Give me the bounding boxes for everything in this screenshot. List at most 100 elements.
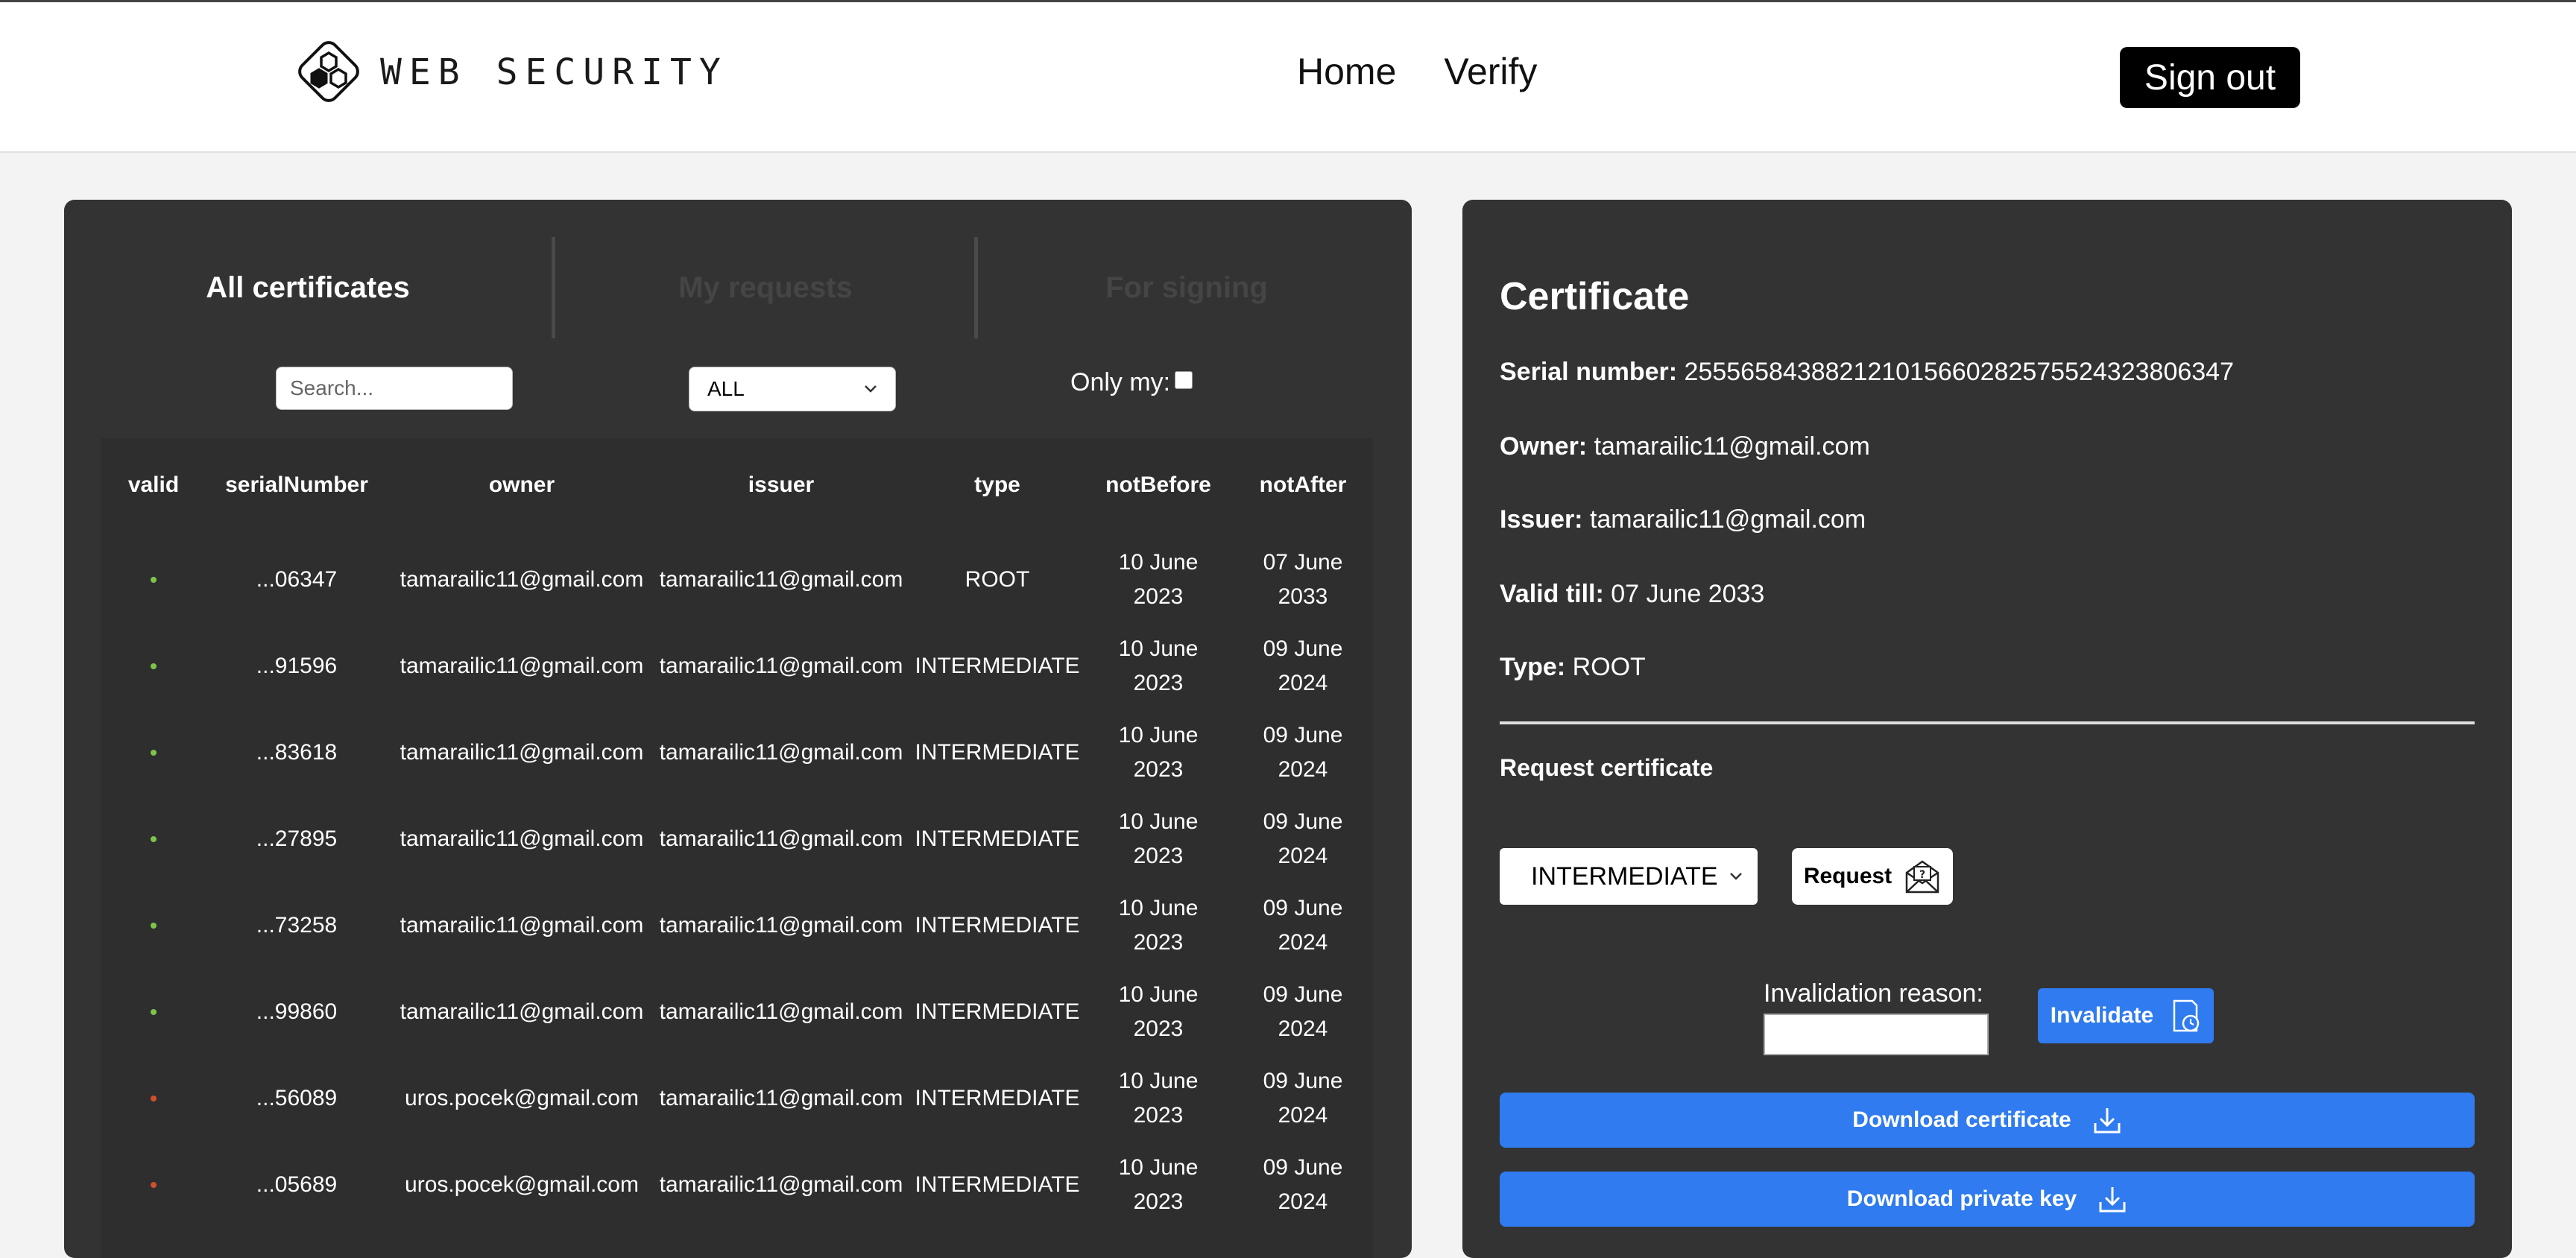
cell-owner: tamarailic11@gmail.com [400,567,644,592]
cell-not-before-line: 10 June [1118,809,1199,834]
valid-status-dot [151,836,157,842]
section-divider [1500,721,2475,724]
cell-not-after: 09 June 2024 [1263,1151,1343,1219]
cell-not-after-line: 2024 [1278,757,1328,782]
cell-not-before: 10 June 2023 [1119,1151,1199,1219]
cell-serial-number: ...56089 [256,1086,338,1110]
tab-my-requests[interactable]: My requests [555,237,976,338]
cell-not-before-line: 2023 [1133,930,1184,955]
valid-status-dot [151,1009,157,1015]
cell-serial-number: ...73258 [256,913,338,938]
download-private-key-label: Download private key [1846,1186,2077,1211]
cell-owner: uros.pocek@gmail.com [405,1172,639,1197]
logo-text: WEB SECURITY [380,51,728,93]
cell-serial-number: ...27895 [256,826,338,851]
cell-not-before: 10 June 2023 [1119,718,1199,787]
valid-till-value: 07 June 2033 [1611,580,1765,608]
type-label: Type: [1500,653,1566,681]
cell-not-after-line: 09 June [1263,982,1343,1007]
cell-type: ROOT [965,567,1030,592]
logo[interactable]: WEB SECURITY [295,37,728,108]
cell-not-before: 10 June 2023 [1119,805,1199,873]
cell-owner: tamarailic11@gmail.com [400,999,644,1024]
cell-not-after: 09 June 2024 [1263,805,1343,873]
cell-owner: tamarailic11@gmail.com [400,913,644,938]
cell-not-after-line: 09 June [1263,809,1343,834]
only-my-checkbox[interactable] [1175,370,1193,389]
cell-serial-number: ...06347 [256,567,338,592]
cell-not-before-line: 2023 [1133,757,1184,782]
invalidation-reason-label: Invalidation reason: [1764,979,1983,1008]
cell-not-after: 09 June 2024 [1263,978,1343,1046]
issuer-value: tamarailic11@gmail.com [1589,505,1866,534]
svg-text:?: ? [1919,869,1925,881]
download-certificate-button[interactable]: Download certificate [1500,1093,2475,1148]
cell-serial-number: ...99860 [256,999,338,1024]
column-header[interactable]: serialNumber [225,472,368,498]
tab-all-certificates[interactable]: All certificates [64,237,552,338]
serial-number-label: Serial number: [1500,358,1678,386]
cell-not-after-line: 07 June [1263,550,1343,575]
cell-owner: tamarailic11@gmail.com [400,654,644,678]
serial-number-field: Serial number: 2555658438821210156602825… [1500,358,2234,387]
cell-not-after-line: 09 June [1263,1155,1343,1180]
sign-out-button[interactable]: Sign out [2120,47,2300,108]
cell-serial-number: ...05689 [256,1172,338,1197]
download-icon [2094,1108,2121,1134]
type-field: Type: ROOT [1500,653,1646,682]
column-header[interactable]: notAfter [1260,472,1347,498]
cell-not-after-line: 09 June [1263,1069,1343,1093]
search-input[interactable] [276,367,513,410]
column-header[interactable]: notBefore [1105,472,1211,498]
request-button[interactable]: Request ? [1792,848,1953,905]
document-clock-icon [2173,999,2200,1032]
type-value: ROOT [1572,653,1646,681]
cell-issuer: tamarailic11@gmail.com [659,654,903,678]
tab-for-signing[interactable]: For signing [978,237,1395,338]
cell-issuer: tamarailic11@gmail.com [659,999,903,1024]
cell-not-before-line: 2023 [1133,1017,1184,1041]
request-type-select[interactable]: INTERMEDIATE [1500,848,1758,905]
chevron-down-icon [1730,873,1742,880]
certificate-details-panel: Certificate Serial number: 2555658438821… [1462,200,2512,1258]
only-my-filter: Only my: [1070,368,1193,397]
cell-not-before-line: 10 June [1118,636,1199,661]
type-filter-select[interactable]: ALL [689,367,896,411]
request-type-value: INTERMEDIATE [1531,862,1718,891]
cell-issuer: tamarailic11@gmail.com [659,1172,903,1197]
cell-issuer: tamarailic11@gmail.com [659,740,903,765]
invalidate-button[interactable]: Invalidate [2038,988,2214,1043]
cell-type: INTERMEDIATE [915,1172,1080,1197]
cell-not-after-line: 2024 [1278,930,1328,955]
invalid-status-dot [151,1096,157,1101]
cell-not-after: 09 June 2024 [1263,1064,1343,1133]
invalidation-reason-input[interactable] [1764,1014,1989,1055]
cell-not-before: 10 June 2023 [1119,546,1199,614]
column-header[interactable]: valid [128,472,179,498]
cell-not-before-line: 10 June [1118,1155,1199,1180]
cell-not-before-line: 10 June [1118,982,1199,1007]
cell-type: INTERMEDIATE [915,740,1080,765]
column-header[interactable]: owner [489,472,555,498]
column-header[interactable]: type [974,472,1020,498]
valid-till-label: Valid till: [1500,580,1604,608]
owner-label: Owner: [1500,432,1588,461]
issuer-label: Issuer: [1500,505,1583,534]
certificate-title: Certificate [1500,275,1690,318]
cell-not-after: 09 June 2024 [1263,632,1343,701]
nav-verify-link[interactable]: Verify [1444,50,1537,93]
cell-serial-number: ...91596 [256,654,338,678]
cell-not-after-line: 2024 [1278,1189,1328,1214]
cell-not-before-line: 10 June [1118,723,1199,747]
chevron-down-icon [865,385,877,393]
cell-not-before-line: 10 June [1118,1069,1199,1093]
cell-not-before-line: 2023 [1133,584,1184,609]
cell-not-after-line: 2024 [1278,671,1328,695]
cell-not-before-line: 2023 [1133,844,1184,868]
download-private-key-button[interactable]: Download private key [1500,1172,2475,1227]
column-header[interactable]: issuer [748,472,814,498]
owner-field: Owner: tamarailic11@gmail.com [1500,432,1870,461]
cell-issuer: tamarailic11@gmail.com [659,567,903,592]
nav-home-link[interactable]: Home [1297,50,1396,93]
valid-status-dot [151,923,157,929]
